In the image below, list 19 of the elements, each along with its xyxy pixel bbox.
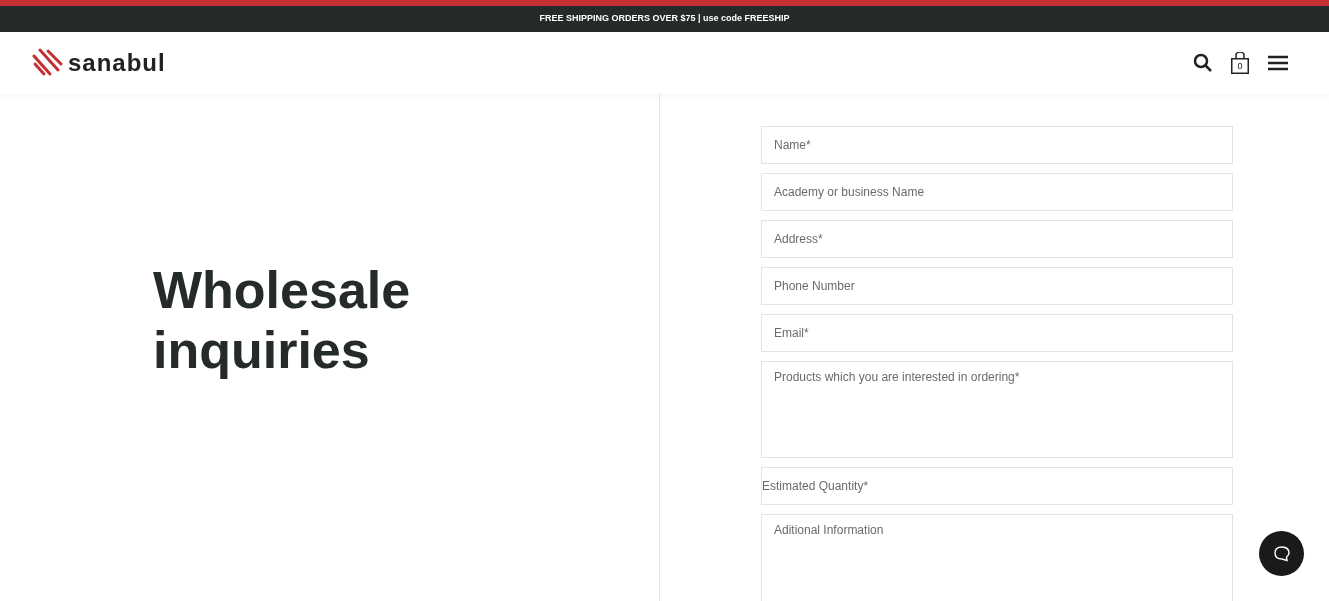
cart-button[interactable]: 0 bbox=[1231, 52, 1249, 74]
input-field[interactable]: Email* bbox=[761, 314, 1233, 352]
logo-text[interactable]: sanabul bbox=[68, 51, 166, 75]
chat-button[interactable] bbox=[1259, 531, 1304, 576]
input-field[interactable]: Phone Number bbox=[761, 267, 1233, 305]
page-heading: Wholesale inquiries bbox=[153, 260, 412, 380]
input-field[interactable]: Name* bbox=[761, 126, 1233, 164]
input-field[interactable]: Estimated Quantity* bbox=[761, 467, 1233, 505]
menu-icon[interactable] bbox=[1267, 55, 1289, 71]
input-field[interactable]: Products which you are interested in ordering* bbox=[761, 361, 1233, 458]
search-icon[interactable] bbox=[1193, 53, 1213, 73]
shopping-bag-icon bbox=[1231, 52, 1249, 74]
chat-icon bbox=[1272, 544, 1291, 563]
cart-count: 0 bbox=[1236, 60, 1244, 72]
input-field[interactable]: Aditional Information bbox=[761, 514, 1233, 601]
logo-icon bbox=[32, 48, 64, 78]
input-field[interactable]: Academy or business Name bbox=[761, 173, 1233, 211]
announcement-text: FREE SHIPPING ORDERS OVER $75 | use code FREESHIP bbox=[539, 12, 790, 26]
input-field[interactable]: Address* bbox=[761, 220, 1233, 258]
